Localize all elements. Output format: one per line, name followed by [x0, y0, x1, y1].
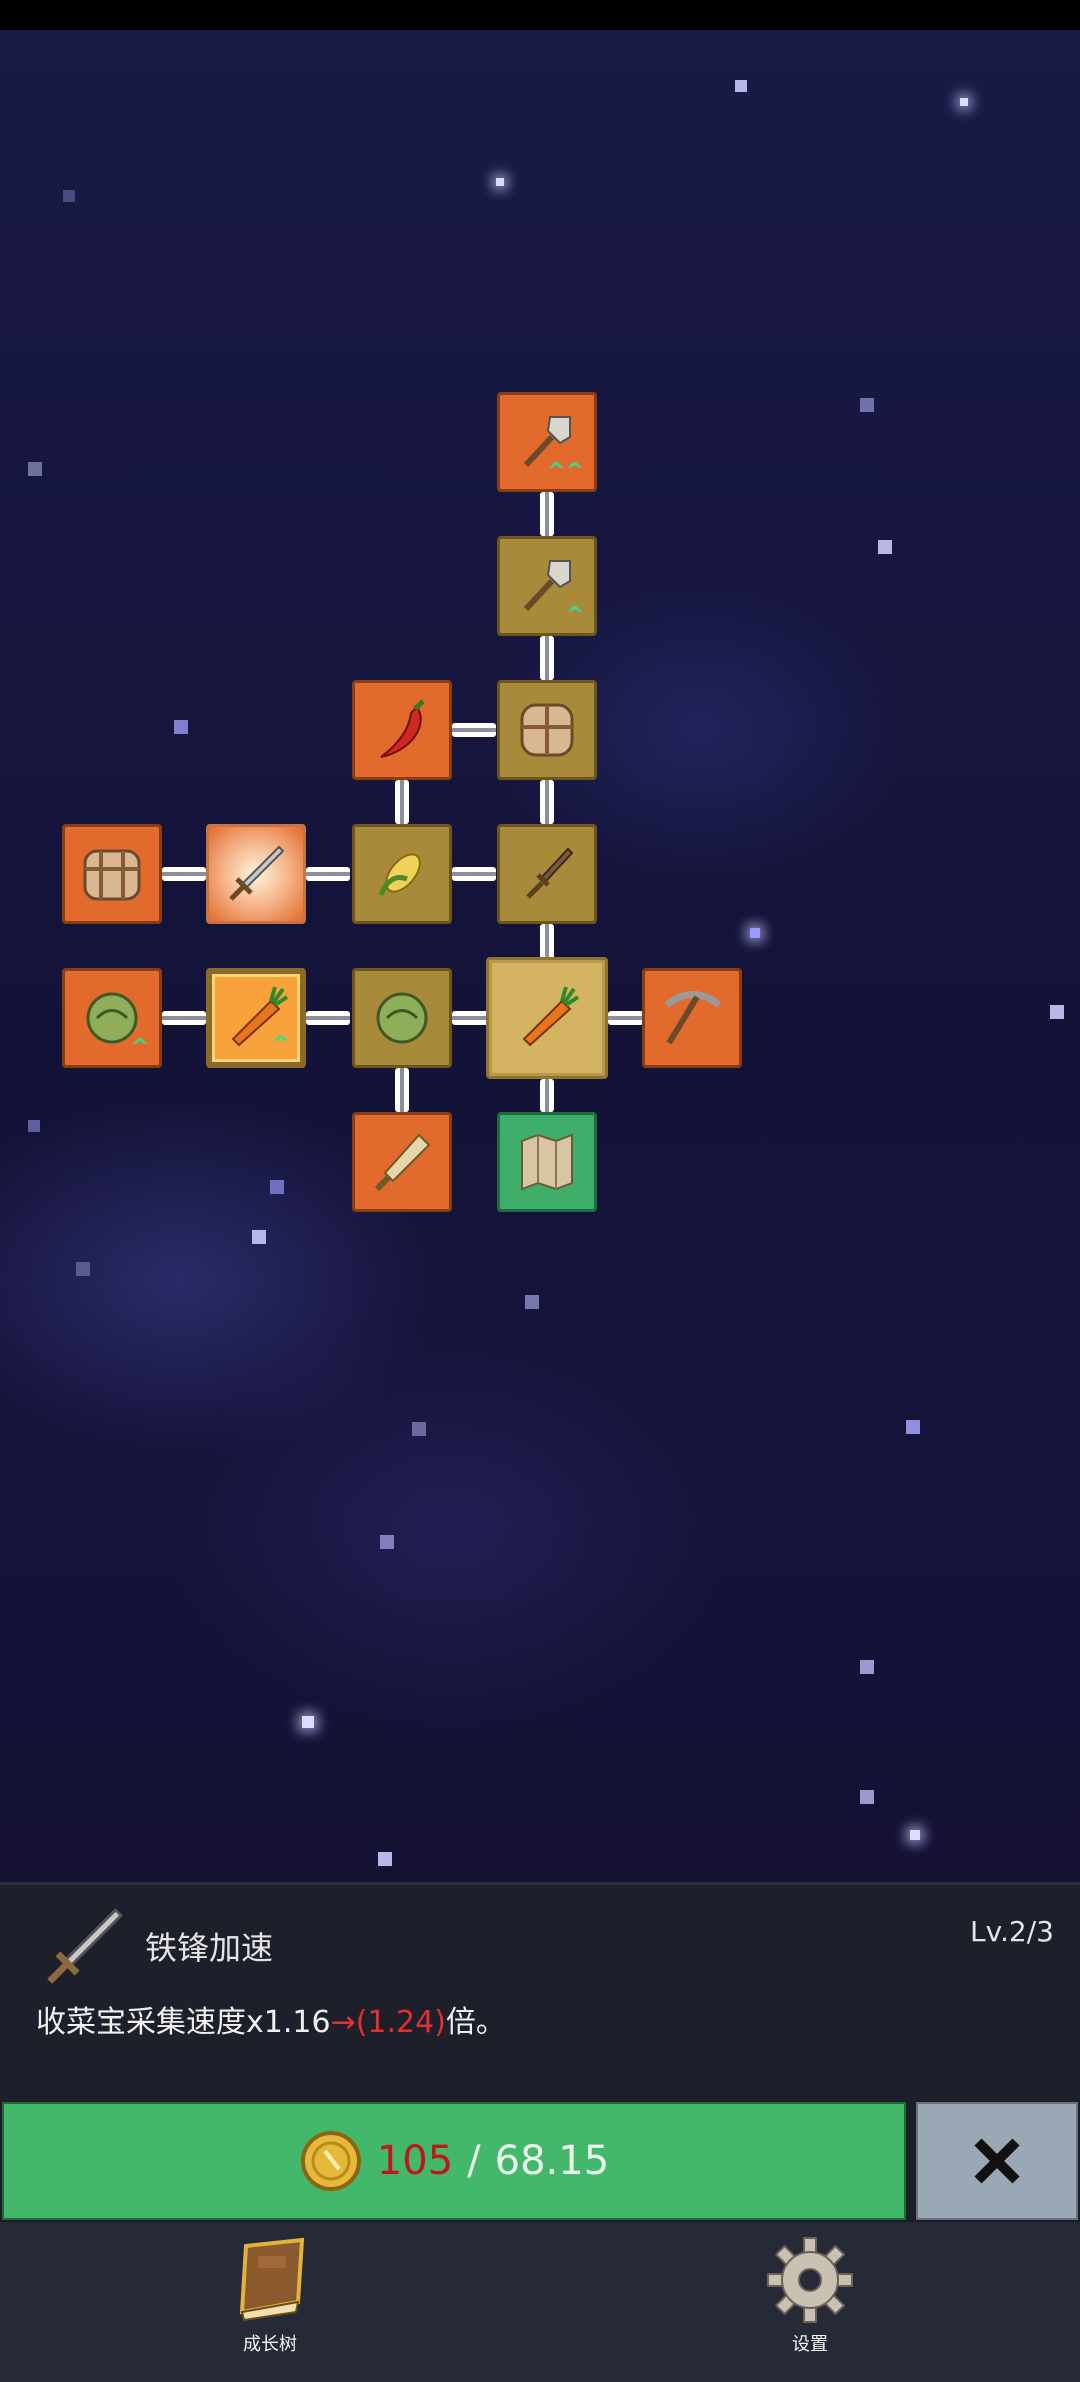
- skill-title: 铁锋加速: [145, 1929, 274, 1967]
- skill-node-cabbage[interactable]: [352, 968, 452, 1068]
- skill-node-map[interactable]: [497, 1112, 597, 1212]
- tree-connector: [540, 492, 554, 536]
- skill-node-chili-pepper[interactable]: [352, 680, 452, 780]
- skill-node-club[interactable]: [352, 1112, 452, 1212]
- coins-owned: 68.15: [494, 2138, 610, 2184]
- coin-icon: [300, 2131, 361, 2191]
- skill-node-shovel[interactable]: ^: [497, 536, 597, 636]
- upgrade-marker: ^: [565, 603, 584, 628]
- star: [28, 1120, 40, 1132]
- upgrade-marker: ^: [271, 1032, 290, 1057]
- tree-connector: [540, 1079, 554, 1123]
- star: [860, 398, 874, 412]
- cabbage-icon: [376, 992, 428, 1044]
- skill-node-shovel-upgrade[interactable]: ^^: [497, 392, 597, 492]
- club-icon: [374, 1133, 431, 1192]
- nav-settings[interactable]: 设置: [710, 2232, 910, 2372]
- book-icon: [239, 2237, 305, 2322]
- status-bar: [0, 0, 1080, 30]
- sword-icon: [229, 845, 285, 901]
- star: [1050, 1005, 1064, 1019]
- skill-node-carrot[interactable]: [486, 957, 608, 1079]
- tree-connector: [540, 780, 554, 824]
- backpack-icon: [520, 703, 574, 757]
- star: [910, 1830, 920, 1840]
- star: [412, 1422, 426, 1436]
- star: [76, 1262, 90, 1276]
- star: [735, 80, 747, 92]
- star: [860, 1790, 874, 1804]
- skill-node-corn[interactable]: [352, 824, 452, 924]
- star: [960, 98, 968, 106]
- upgrade-cost: 105: [376, 2138, 454, 2184]
- pickaxe-icon: [664, 991, 722, 1045]
- tree-connector: [395, 1068, 409, 1112]
- skill-detail-panel: 铁锋加速 Lv.2/3 收菜宝采集速度x1.16→(1.24)倍。: [0, 1882, 1080, 2105]
- skill-node-dagger[interactable]: [497, 824, 597, 924]
- close-icon: [974, 2138, 1020, 2184]
- star: [174, 720, 188, 734]
- skill-node-chest[interactable]: [62, 824, 162, 924]
- star: [378, 1852, 392, 1866]
- skill-level: Lv.2/3: [970, 1915, 1054, 1948]
- sword-icon: [47, 1908, 123, 1984]
- close-button[interactable]: [916, 2102, 1078, 2220]
- description-next-value: →(1.24): [330, 2005, 446, 2040]
- gear-icon: [767, 2237, 853, 2323]
- tree-connector: [162, 1011, 206, 1025]
- corn-icon: [378, 853, 421, 896]
- tree-connector: [306, 867, 350, 881]
- nav-growth-tree[interactable]: 成长树: [170, 2232, 370, 2372]
- skill-node-cabbage-upgrade[interactable]: ^: [62, 968, 162, 1068]
- star: [525, 1295, 539, 1309]
- skill-node-carrot-upgrade[interactable]: ^: [206, 968, 306, 1068]
- star: [906, 1420, 920, 1434]
- description-suffix: 倍。: [445, 2005, 506, 2040]
- map-icon: [521, 1133, 573, 1191]
- star: [63, 190, 75, 202]
- tree-connector: [162, 867, 206, 881]
- action-row: 105 / 68.15: [0, 2102, 1080, 2222]
- star: [860, 1660, 874, 1674]
- tree-connector: [540, 636, 554, 680]
- star: [380, 1535, 394, 1549]
- tree-connector: [395, 780, 409, 824]
- upgrade-marker: ^: [130, 1035, 149, 1060]
- dagger-icon: [526, 847, 574, 899]
- tree-connector: [608, 1011, 652, 1025]
- nav-label: 设置: [792, 2334, 828, 2355]
- tree-connector: [306, 1011, 350, 1025]
- star: [302, 1716, 314, 1728]
- skill-node-backpack[interactable]: [497, 680, 597, 780]
- cost-separator: /: [467, 2138, 481, 2184]
- nav-label: 成长树: [243, 2334, 297, 2355]
- description-text: 收菜宝采集速度x1.16: [36, 2005, 331, 2040]
- star: [496, 178, 504, 186]
- chest-icon: [83, 849, 141, 901]
- skill-node-iron-sword[interactable]: [206, 824, 306, 924]
- carrot-icon: [522, 986, 580, 1047]
- skill-node-pickaxe[interactable]: [642, 968, 742, 1068]
- upgrade-marker: ^^: [547, 459, 584, 484]
- chili-pepper-icon: [380, 699, 425, 758]
- bottom-nav: 成长树 设置: [0, 2222, 1080, 2382]
- tree-connector: [452, 723, 496, 737]
- star: [252, 1230, 266, 1244]
- star: [750, 928, 760, 938]
- star: [270, 1180, 284, 1194]
- upgrade-button[interactable]: 105 / 68.15: [2, 2102, 906, 2220]
- star: [878, 540, 892, 554]
- tree-connector: [452, 867, 496, 881]
- star: [28, 462, 42, 476]
- skill-description: 收菜宝采集速度x1.16→(1.24)倍。: [36, 1997, 506, 2041]
